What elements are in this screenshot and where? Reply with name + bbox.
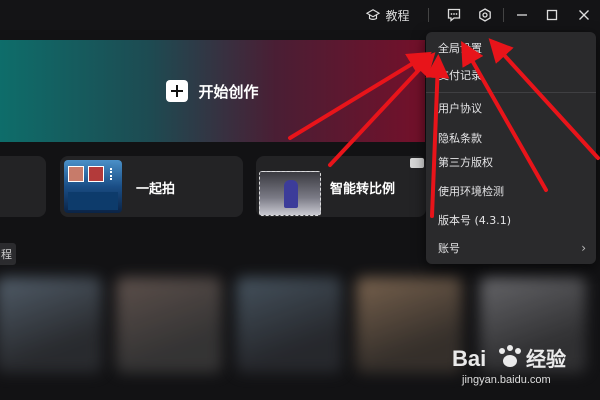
start-creating-button[interactable]: 开始创作 xyxy=(0,40,425,142)
menu-item-label: 全局设置 xyxy=(438,42,482,55)
graduation-cap-icon xyxy=(366,9,381,20)
content-thumbnail[interactable] xyxy=(0,277,102,373)
menu-item-label: 隐私条款 xyxy=(438,132,482,145)
menu-item-label: 账号 xyxy=(438,242,460,255)
feature-card-together[interactable]: 一起拍 xyxy=(60,156,243,217)
smart-ratio-thumbnail xyxy=(259,171,321,216)
tutorial-button[interactable]: 教程 xyxy=(362,5,414,25)
content-thumbnail[interactable] xyxy=(116,277,222,373)
menu-item-global-settings[interactable]: 全局设置 xyxy=(438,39,482,57)
card-label: 一起拍 xyxy=(136,182,176,197)
feedback-icon xyxy=(447,8,461,22)
titlebar-divider xyxy=(428,8,429,22)
title-bar: 教程 xyxy=(0,0,600,30)
settings-icon xyxy=(479,8,491,22)
menu-item-label: 使用环境检测 xyxy=(438,185,504,198)
watermark-url: jingyan.baidu.com xyxy=(462,374,551,386)
category-tag[interactable]: 程 xyxy=(0,243,16,265)
menu-item-privacy-policy[interactable]: 隐私条款 xyxy=(438,129,482,147)
menu-item-environment-check[interactable]: 使用环境检测 xyxy=(438,182,504,200)
feedback-button[interactable] xyxy=(444,5,464,25)
maximize-button[interactable] xyxy=(542,5,562,25)
minimize-icon xyxy=(517,14,527,16)
plus-icon xyxy=(166,80,189,102)
menu-item-version[interactable]: 版本号 (4.3.1) xyxy=(438,211,511,229)
category-tag-label: 程 xyxy=(1,248,12,261)
settings-dropdown-menu: 全局设置 支付记录 用户协议 隐私条款 第三方版权 使用环境检测 版本号 (4.… xyxy=(426,32,596,264)
menu-divider xyxy=(426,92,596,93)
card-label: 智能转比例 xyxy=(330,182,396,197)
content-thumbnail[interactable] xyxy=(236,277,342,373)
maximize-icon xyxy=(546,9,558,21)
menu-item-payment-records[interactable]: 支付记录 xyxy=(438,66,482,84)
badge-icon xyxy=(410,158,424,168)
menu-item-label: 版本号 (4.3.1) xyxy=(438,214,512,227)
minimize-button[interactable] xyxy=(512,5,532,25)
feature-card[interactable] xyxy=(0,156,46,217)
tutorial-label: 教程 xyxy=(385,8,410,23)
menu-item-third-party-copyright[interactable]: 第三方版权 xyxy=(438,153,493,171)
menu-item-label: 支付记录 xyxy=(438,69,482,82)
together-thumbnail xyxy=(64,160,122,213)
feature-card-smart-ratio[interactable]: 智能转比例 xyxy=(256,156,426,217)
menu-item-account[interactable]: 账号 › xyxy=(438,239,586,257)
chevron-right-icon: › xyxy=(581,241,586,255)
menu-item-label: 第三方版权 xyxy=(438,156,493,169)
content-thumbnail[interactable] xyxy=(356,277,462,373)
start-creating-label: 开始创作 xyxy=(198,82,259,101)
close-icon xyxy=(579,10,589,20)
content-thumbnail[interactable] xyxy=(480,277,586,373)
menu-item-label: 用户协议 xyxy=(438,102,482,115)
close-button[interactable] xyxy=(574,5,594,25)
menu-item-user-agreement[interactable]: 用户协议 xyxy=(438,99,482,117)
titlebar-divider xyxy=(503,8,504,22)
settings-button[interactable] xyxy=(475,5,495,25)
